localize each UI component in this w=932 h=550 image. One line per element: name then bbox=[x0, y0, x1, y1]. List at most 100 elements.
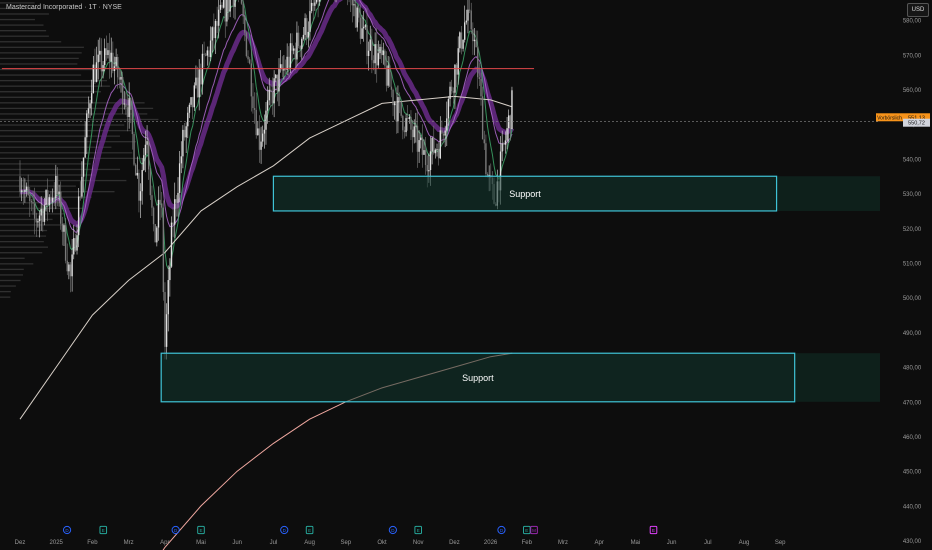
candle-body bbox=[203, 53, 205, 55]
candle-body bbox=[224, 0, 226, 22]
zone-extension bbox=[776, 176, 880, 211]
candle-body bbox=[475, 39, 477, 48]
y-tick-label: 480,00 bbox=[903, 366, 922, 372]
x-tick-label: Dez bbox=[449, 540, 460, 546]
premarket-label: Vorbörslich bbox=[877, 115, 902, 121]
candle-body bbox=[232, 0, 235, 7]
candle-body bbox=[139, 191, 142, 201]
candle-body bbox=[133, 134, 135, 165]
candle-body bbox=[107, 50, 109, 55]
y-tick-label: 510,00 bbox=[903, 262, 922, 268]
y-tick-label: 560,00 bbox=[903, 88, 922, 94]
candle-body bbox=[104, 48, 106, 66]
volume-profile-bar bbox=[0, 224, 65, 226]
x-tick-label: 2026 bbox=[484, 540, 498, 546]
candle-body bbox=[377, 53, 380, 66]
volume-profile-bar bbox=[0, 279, 21, 282]
candle-body bbox=[159, 199, 161, 204]
candle-body bbox=[455, 64, 458, 75]
candle-body bbox=[40, 208, 42, 216]
candle-body bbox=[367, 50, 370, 56]
candle-body bbox=[73, 238, 75, 255]
candle-body bbox=[183, 129, 186, 138]
candle-body bbox=[253, 108, 256, 110]
candle-body bbox=[242, 3, 244, 17]
candle-body bbox=[304, 18, 306, 35]
candle-body bbox=[436, 149, 438, 150]
candle-body bbox=[118, 77, 121, 80]
candle-body bbox=[147, 141, 150, 170]
candle-body bbox=[374, 44, 376, 64]
candle-body bbox=[161, 203, 163, 208]
candle-body bbox=[356, 7, 358, 28]
candle-body bbox=[81, 176, 83, 197]
candle-body bbox=[86, 113, 88, 138]
candle-body bbox=[418, 140, 420, 152]
candle-body bbox=[191, 97, 194, 108]
candle-body bbox=[467, 9, 469, 21]
candle-body bbox=[218, 9, 220, 26]
volume-profile-bar bbox=[0, 174, 96, 176]
candle-body bbox=[393, 103, 396, 106]
candle-body bbox=[402, 115, 404, 131]
candle-body bbox=[376, 44, 378, 66]
candle-body bbox=[229, 0, 231, 12]
volume-profile-bar bbox=[0, 229, 48, 232]
zone-label: Support bbox=[462, 373, 494, 383]
currency-selector[interactable]: USD bbox=[907, 3, 929, 17]
volume-profile-bar bbox=[0, 79, 107, 82]
candle-body bbox=[226, 0, 228, 22]
candle-body bbox=[187, 112, 189, 127]
candle-body bbox=[473, 39, 476, 42]
candle-body bbox=[172, 222, 174, 225]
candle-body bbox=[200, 69, 202, 85]
x-tick-label: Nov bbox=[413, 540, 424, 546]
candle-body bbox=[306, 18, 308, 38]
candle-body bbox=[292, 48, 295, 51]
candle-body bbox=[286, 56, 288, 70]
volume-profile-bar bbox=[0, 91, 101, 93]
candle-body bbox=[433, 137, 435, 154]
candle-body bbox=[421, 137, 424, 155]
candle-body bbox=[146, 141, 148, 145]
candle-body bbox=[310, 2, 313, 12]
candle-body bbox=[126, 107, 129, 117]
x-tick-label: Okt bbox=[377, 540, 387, 546]
candle-body bbox=[317, 0, 319, 2]
candle-body bbox=[358, 7, 360, 18]
candle-body bbox=[77, 196, 80, 236]
candle-body bbox=[294, 48, 297, 60]
candle-body bbox=[446, 118, 448, 131]
candle-body bbox=[19, 176, 21, 192]
candle-body bbox=[66, 260, 68, 272]
candle-body bbox=[211, 27, 213, 41]
candle-body bbox=[121, 76, 124, 105]
candle-body bbox=[296, 32, 298, 60]
candle-body bbox=[447, 98, 450, 119]
y-tick-label: 460,00 bbox=[903, 435, 922, 441]
candle-body bbox=[262, 133, 264, 142]
candle-body bbox=[206, 50, 209, 56]
candle-body bbox=[260, 141, 262, 150]
candle-body bbox=[117, 57, 119, 78]
candle-body bbox=[449, 86, 451, 99]
volume-profile-bar bbox=[0, 246, 49, 248]
candle-body bbox=[403, 130, 406, 133]
candle-body bbox=[424, 150, 427, 166]
price-chart[interactable]: ResistanceSupportSupport 640,00630,00620… bbox=[0, 0, 932, 550]
candle-body bbox=[442, 133, 445, 136]
candle-body bbox=[190, 97, 192, 105]
candle-body bbox=[108, 50, 111, 62]
x-tick-label: Apr bbox=[160, 540, 169, 546]
candle-body bbox=[227, 0, 230, 12]
candle-body bbox=[174, 199, 176, 225]
candle-body bbox=[302, 34, 305, 39]
candle-body bbox=[266, 100, 269, 111]
volume-profile-bar bbox=[0, 30, 47, 32]
volume-profile-bar bbox=[0, 268, 24, 271]
volume-profile-bar bbox=[0, 146, 112, 148]
candle-body bbox=[307, 31, 310, 38]
candle-body bbox=[472, 29, 474, 42]
x-tick-label: Dez bbox=[15, 540, 26, 546]
candle-body bbox=[477, 47, 479, 78]
